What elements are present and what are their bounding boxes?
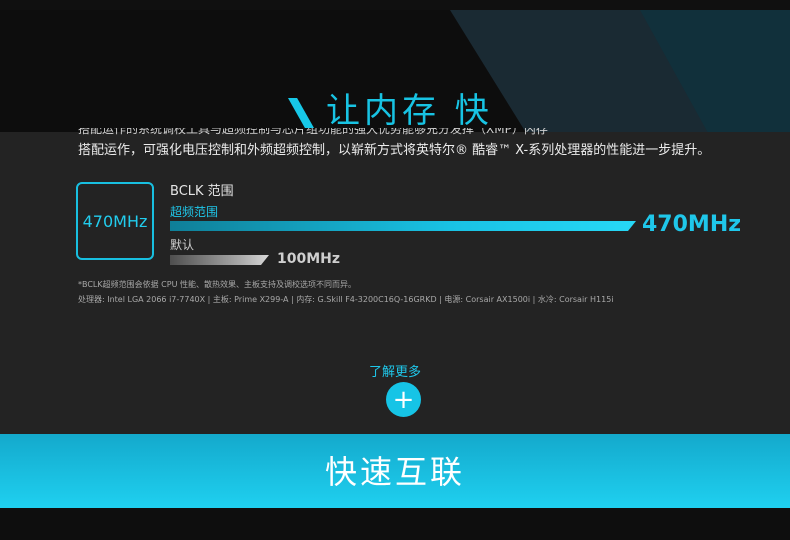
intro-text: 搭配运作，可强化电压控制和外频超频控制，以崭新方式将英特尔® 酷睿™ X-系列处… <box>78 143 711 158</box>
series-label-default: 默认 <box>170 238 195 252</box>
bar-overclock <box>170 221 636 231</box>
top-strip <box>0 0 790 10</box>
bar-value-default: 100MHz <box>277 251 341 267</box>
chart-title: BCLK 范围 <box>170 184 234 199</box>
intro-cut-line: 搭配运作的系统调校工具与超频控制与芯片组功能的强大优势能够充分发挥（XMP）内存 <box>78 128 718 136</box>
bar-value-overclock: 470MHz <box>642 212 742 237</box>
freq-badge: 470MHz <box>76 182 154 260</box>
slash-icon <box>288 98 314 128</box>
bar-default <box>170 255 269 265</box>
section-title: 快速互联 <box>324 453 465 491</box>
plus-icon[interactable]: + <box>386 382 421 417</box>
hero-banner: 让内存 快 <box>0 10 790 132</box>
footnote-disclaimer: *BCLK超频范围会依据 CPU 性能、散热效果、主板支持及调校选项不同而异。 <box>78 280 356 289</box>
series-label-overclock: 超频范围 <box>170 205 219 219</box>
freq-badge-label: 470MHz <box>82 211 148 231</box>
intro-cut-line-text: 搭配运作的系统调校工具与超频控制与芯片组功能的强大优势能够充分发挥（XMP）内存 <box>78 128 548 136</box>
footnote-test-config: 处理器: Intel LGA 2066 i7-7740X | 主板: Prime… <box>78 295 614 304</box>
learn-more-link[interactable]: 了解更多 <box>0 361 790 380</box>
bottom-strip <box>0 508 790 540</box>
hero-title: 让内存 快 <box>326 91 493 131</box>
